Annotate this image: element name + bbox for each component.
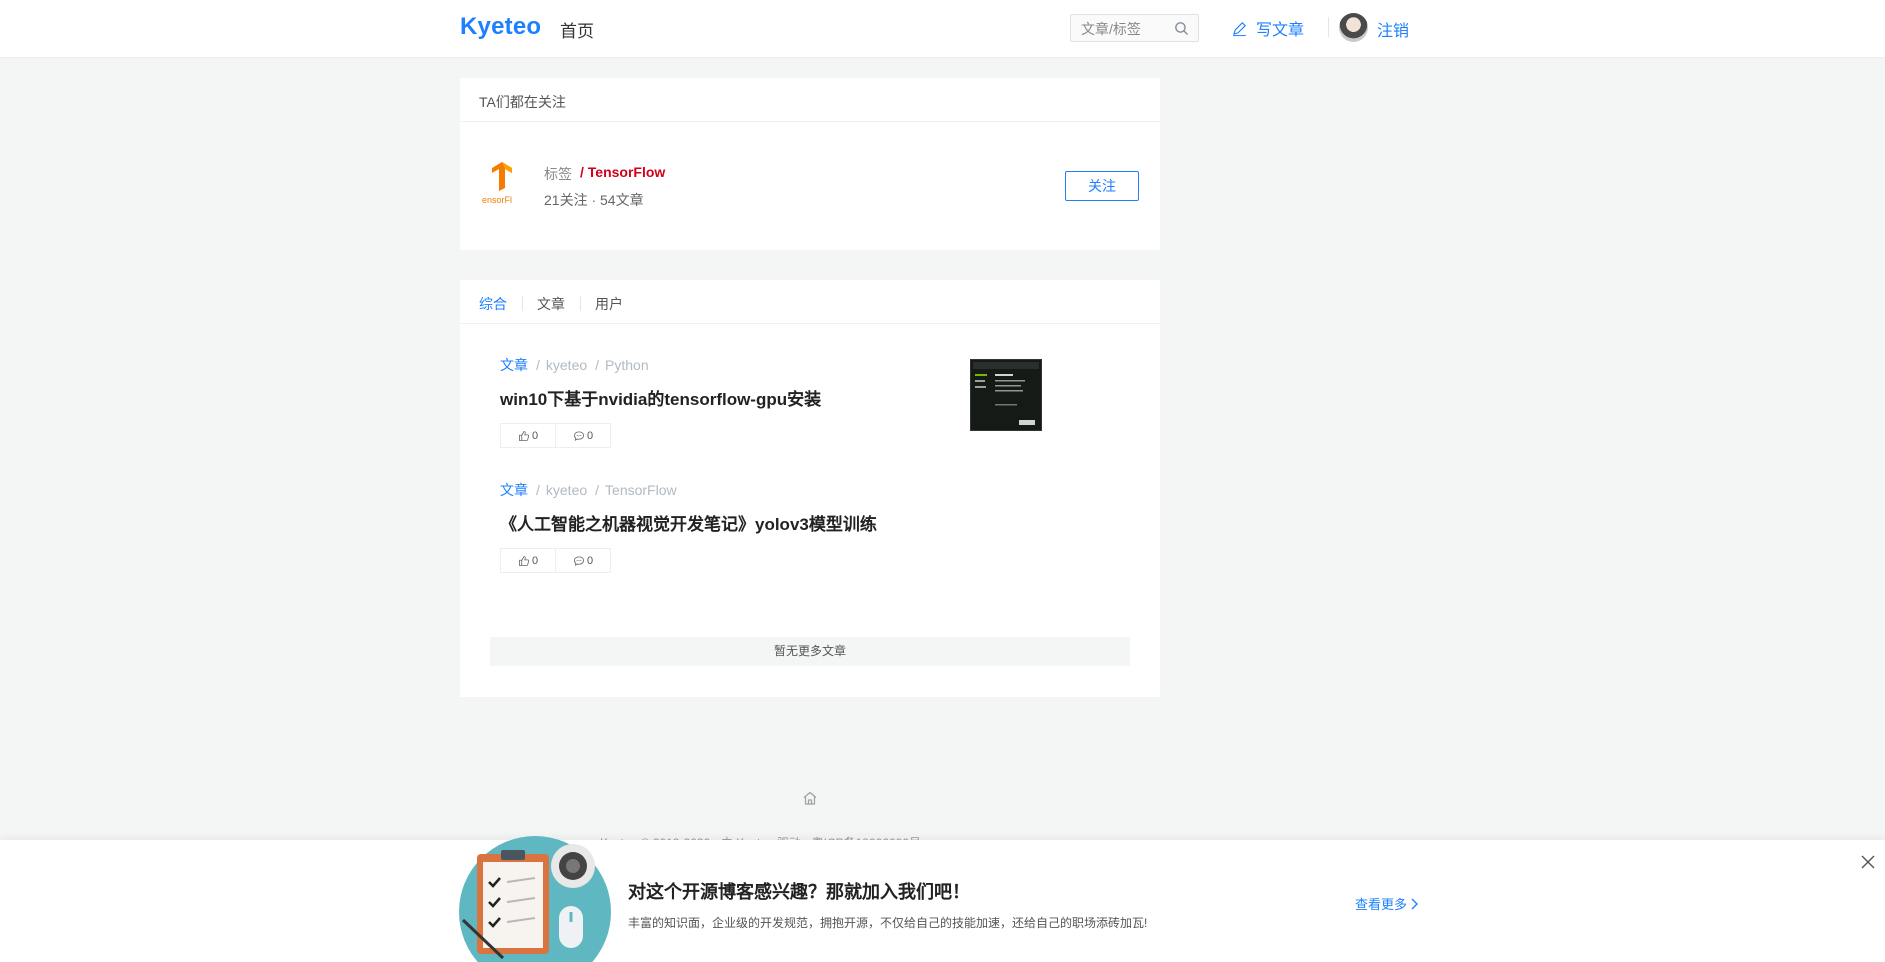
comment-button[interactable]: 0	[555, 424, 610, 447]
article-tag[interactable]: Python	[605, 357, 649, 373]
clipboard-illustration	[459, 836, 611, 962]
article-actions: 0 0	[500, 423, 611, 448]
tab-overview[interactable]: 综合	[479, 294, 507, 314]
article-meta: 文章 / kyeteo / Python	[500, 357, 649, 373]
like-count: 0	[531, 554, 539, 567]
comment-icon	[573, 430, 585, 441]
banner-description: 丰富的知识面，企业级的开发规范，拥抱开源，不仅给自己的技能加速，还给自己的职场添…	[628, 916, 1148, 930]
comment-icon	[573, 555, 585, 566]
comment-count: 0	[586, 429, 594, 442]
tag-stats: 21关注 · 54文章	[544, 192, 644, 208]
write-article-label: 写文章	[1256, 22, 1305, 39]
comment-button[interactable]: 0	[555, 549, 610, 572]
article-thumbnail[interactable]	[970, 359, 1042, 431]
nav-divider	[1328, 17, 1329, 37]
top-nav: Kyeteo 首页 写文章 注销	[0, 0, 1885, 58]
search-icon[interactable]	[1173, 20, 1190, 37]
tab-divider	[580, 296, 581, 311]
no-more-articles: 暂无更多文章	[490, 637, 1130, 666]
article-item[interactable]: 文章 / kyeteo / Python win10下基于nvidia的tensorfl…	[500, 355, 1120, 465]
svg-text:ensorFl: ensorFl	[482, 195, 512, 205]
thumbs-up-icon	[519, 430, 530, 441]
like-button[interactable]: 0	[501, 549, 555, 572]
banner-more-link[interactable]: 查看更多	[1355, 894, 1419, 913]
banner-more-label: 查看更多	[1355, 897, 1408, 912]
home-icon[interactable]	[802, 790, 818, 806]
banner-title: 对这个开源博客感兴趣？那就加入我们吧！	[628, 882, 970, 902]
chevron-right-icon	[1411, 898, 1419, 909]
tag-card: TA们都在关注 ensorFl 标签 / TensorFlow 21关注 · 5…	[460, 78, 1160, 250]
article-tag[interactable]: TensorFlow	[605, 482, 677, 498]
article-item[interactable]: 文章 / kyeteo / TensorFlow 《人工智能之机器视觉开发笔记》yolo…	[500, 480, 1120, 590]
tab-divider	[522, 296, 523, 311]
tensorflow-logo[interactable]: ensorFl	[482, 156, 522, 206]
nav-home-link[interactable]: 首页	[560, 17, 594, 42]
article-author[interactable]: kyeteo	[546, 482, 587, 498]
pen-icon	[1233, 21, 1246, 36]
tab-articles[interactable]: 文章	[537, 294, 565, 314]
close-icon[interactable]	[1860, 854, 1876, 870]
article-category[interactable]: 文章	[500, 357, 528, 373]
comment-count: 0	[586, 554, 594, 567]
article-category[interactable]: 文章	[500, 482, 528, 498]
article-title[interactable]: win10下基于nvidia的tensorflow-gpu安装	[500, 385, 821, 410]
article-author[interactable]: kyeteo	[546, 357, 587, 373]
article-actions: 0 0	[500, 548, 611, 573]
user-avatar[interactable]	[1339, 13, 1368, 42]
write-article-button[interactable]: 写文章	[1231, 16, 1304, 40]
join-banner: 对这个开源博客感兴趣？那就加入我们吧！ 丰富的知识面，企业级的开发规范，拥抱开源…	[0, 836, 1885, 962]
feed-card: 综合 文章 用户 文章 / kyeteo / Python win10下基于nvidia…	[460, 280, 1160, 697]
site-logo[interactable]: Kyeteo	[460, 13, 541, 41]
thumbs-up-icon	[519, 555, 530, 566]
logout-link[interactable]: 注销	[1377, 17, 1409, 41]
tab-users[interactable]: 用户	[595, 294, 623, 314]
like-count: 0	[531, 429, 539, 442]
feed-tabs: 综合 文章 用户	[460, 280, 1160, 324]
like-button[interactable]: 0	[501, 424, 555, 447]
tag-card-title: TA们都在关注	[460, 78, 1160, 122]
follow-button[interactable]: 关注	[1065, 171, 1139, 201]
search-input[interactable]	[1079, 18, 1173, 40]
tag-type-label: 标签	[544, 166, 572, 182]
search-box[interactable]	[1070, 14, 1199, 42]
tag-name[interactable]: / TensorFlow	[580, 164, 665, 180]
article-title[interactable]: 《人工智能之机器视觉开发笔记》yolov3模型训练	[500, 510, 877, 535]
article-meta: 文章 / kyeteo / TensorFlow	[500, 482, 677, 498]
